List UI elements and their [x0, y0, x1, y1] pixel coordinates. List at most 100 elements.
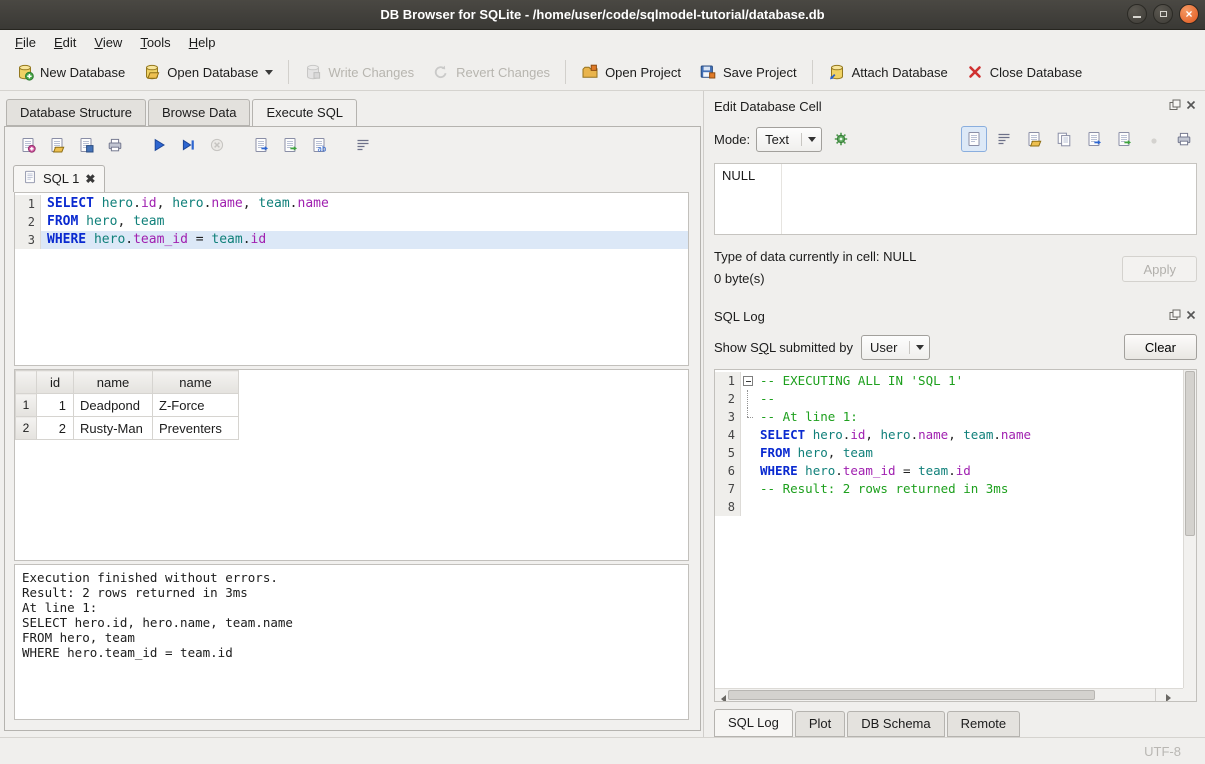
auto-complete-button[interactable]: ab [306, 132, 332, 158]
table-cell[interactable]: Rusty-Man [74, 417, 153, 440]
fold-collapse-icon[interactable] [741, 372, 754, 390]
code-line[interactable]: 2-- [715, 390, 1183, 408]
print2-button[interactable] [1171, 126, 1197, 152]
table-cell[interactable]: Preventers [153, 417, 239, 440]
text-doc-button[interactable] [961, 126, 987, 152]
float-icon[interactable] [1169, 309, 1181, 324]
scrollbar-thumb[interactable] [1185, 371, 1195, 536]
export-blue-button[interactable] [1081, 126, 1107, 152]
encoding-label: UTF-8 [1144, 744, 1181, 759]
column-header-name-1[interactable]: name [74, 371, 153, 394]
close-button[interactable]: × [1179, 4, 1199, 24]
word-wrap-button[interactable] [350, 132, 376, 158]
close-dock-icon[interactable] [1185, 99, 1197, 114]
export-green-button[interactable] [1111, 126, 1137, 152]
write-changes-button[interactable]: Write Changes [296, 58, 422, 86]
close-database-button[interactable]: Close Database [958, 58, 1091, 86]
code-line[interactable]: 3-- At line 1: [715, 408, 1183, 426]
row-header[interactable]: 1 [16, 394, 37, 417]
table-cell[interactable]: Deadpond [74, 394, 153, 417]
cell-editor[interactable]: NULL [714, 163, 1197, 235]
table-cell[interactable]: 1 [37, 394, 74, 417]
print-button[interactable] [102, 132, 128, 158]
execute-current-icon [180, 137, 196, 153]
new-database-button[interactable]: New Database [8, 58, 133, 86]
code-line[interactable]: 2FROM hero, team [15, 213, 688, 231]
open-database-button[interactable]: Open Database [135, 58, 281, 86]
column-header-name-2[interactable]: name [153, 371, 239, 394]
sql-editor[interactable]: 1SELECT hero.id, hero.name, team.name2FR… [14, 192, 689, 366]
menu-help[interactable]: Help [180, 33, 225, 52]
submitted-by-combo[interactable]: User [861, 335, 930, 360]
row-header[interactable]: 2 [16, 417, 37, 440]
null-dot-button[interactable] [1141, 126, 1167, 152]
dock-tab-plot[interactable]: Plot [795, 711, 845, 737]
mode-combo[interactable]: Text [756, 127, 822, 152]
code-line[interactable]: 3WHERE hero.team_id = team.id [15, 231, 688, 249]
table-cell[interactable]: 2 [37, 417, 74, 440]
copy-button[interactable] [1051, 126, 1077, 152]
wrap-lines-button[interactable] [991, 126, 1017, 152]
auto-switch-mode-button[interactable] [828, 126, 854, 152]
execution-message-pane[interactable]: Execution finished without errors. Resul… [14, 564, 689, 720]
close-dock-icon[interactable] [1185, 309, 1197, 324]
code-line[interactable]: 4SELECT hero.id, hero.name, team.name [715, 426, 1183, 444]
chevron-down-icon[interactable] [265, 70, 273, 79]
vertical-scrollbar[interactable] [1183, 370, 1196, 688]
sql-tab[interactable]: SQL 1 ✖ [13, 165, 105, 192]
menu-tools[interactable]: Tools [131, 33, 179, 52]
float-icon[interactable] [1169, 99, 1181, 114]
export-sql-button[interactable] [248, 132, 274, 158]
open-sql-button[interactable] [44, 132, 70, 158]
line-number: 2 [15, 213, 41, 231]
toolbar-separator [565, 60, 566, 84]
minimize-button[interactable] [1127, 4, 1147, 24]
column-header-id-0[interactable]: id [37, 371, 74, 394]
fold-margin [741, 480, 754, 498]
revert-changes-button[interactable]: Revert Changes [424, 58, 558, 86]
maximize-button[interactable] [1153, 4, 1173, 24]
new-sql-tab-button[interactable] [15, 132, 41, 158]
scroll-left-icon[interactable] [715, 687, 728, 702]
scroll-right-icon[interactable] [1155, 688, 1183, 702]
save-sql-button[interactable] [73, 132, 99, 158]
cell-editor-divider [781, 164, 782, 234]
code-line[interactable]: 8 [715, 498, 1183, 516]
clear-button[interactable]: Clear [1124, 334, 1197, 360]
menu-edit[interactable]: Edit [45, 33, 85, 52]
dock-tab-remote[interactable]: Remote [947, 711, 1021, 737]
open-doc-button[interactable] [1021, 126, 1047, 152]
titlebar[interactable]: DB Browser for SQLite - /home/user/code/… [0, 0, 1205, 30]
tab-database-structure[interactable]: Database Structure [6, 99, 146, 126]
code-line[interactable]: 1-- EXECUTING ALL IN 'SQL 1' [715, 372, 1183, 390]
main-content: Database StructureBrowse DataExecute SQL… [0, 91, 1205, 737]
code-line[interactable]: 5FROM hero, team [715, 444, 1183, 462]
dock-tab-db-schema[interactable]: DB Schema [847, 711, 944, 737]
horizontal-scrollbar[interactable] [715, 688, 1183, 701]
open-in-tab-button[interactable] [277, 132, 303, 158]
open-project-button[interactable]: Open Project [573, 58, 689, 86]
code-line[interactable]: 1SELECT hero.id, hero.name, team.name [15, 195, 688, 213]
execute-all-button[interactable] [146, 132, 172, 158]
save-project-button[interactable]: Save Project [691, 58, 805, 86]
tab-browse-data[interactable]: Browse Data [148, 99, 250, 126]
sql-file-icon [23, 170, 37, 187]
scrollbar-thumb[interactable] [728, 690, 1095, 700]
tab-execute-sql[interactable]: Execute SQL [252, 99, 357, 127]
stop-button[interactable] [204, 132, 230, 158]
toolbar-button-label: New Database [40, 65, 125, 80]
export-green-icon [1116, 131, 1132, 147]
close-tab-icon[interactable]: ✖ [85, 172, 95, 186]
sql-log-view[interactable]: 1-- EXECUTING ALL IN 'SQL 1'2--3-- At li… [714, 369, 1197, 702]
attach-database-button[interactable]: Attach Database [820, 58, 956, 86]
apply-button[interactable]: Apply [1122, 256, 1197, 282]
table-cell[interactable]: Z-Force [153, 394, 239, 417]
save-project-icon [699, 63, 717, 81]
code-line[interactable]: 6WHERE hero.team_id = team.id [715, 462, 1183, 480]
execute-current-button[interactable] [175, 132, 201, 158]
corner-header[interactable] [16, 371, 37, 394]
menu-file[interactable]: File [6, 33, 45, 52]
dock-tab-sql-log[interactable]: SQL Log [714, 709, 793, 737]
menu-view[interactable]: View [85, 33, 131, 52]
code-line[interactable]: 7-- Result: 2 rows returned in 3ms [715, 480, 1183, 498]
